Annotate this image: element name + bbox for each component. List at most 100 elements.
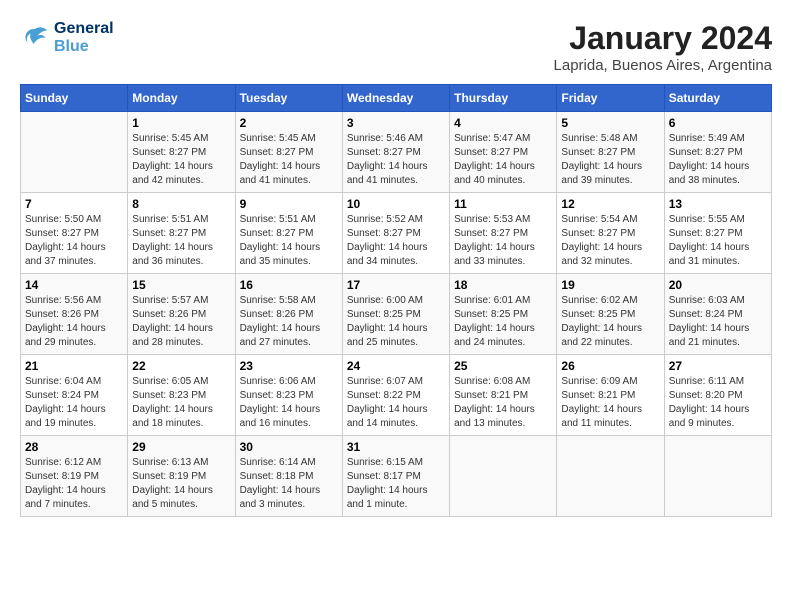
calendar-week-row: 21 Sunrise: 6:04 AMSunset: 8:24 PMDayligh…	[21, 355, 772, 436]
day-info: Sunrise: 5:54 AMSunset: 8:27 PMDaylight:…	[561, 213, 659, 269]
day-number: 10	[347, 197, 445, 211]
logo-icon	[20, 23, 50, 53]
calendar-week-row: 7 Sunrise: 5:50 AMSunset: 8:27 PMDaylight…	[21, 193, 772, 274]
calendar-header-row: SundayMondayTuesdayWednesdayThursdayFrid…	[21, 85, 772, 112]
calendar-cell: 29 Sunrise: 6:13 AMSunset: 8:19 PMDayligh…	[128, 436, 235, 517]
day-info: Sunrise: 5:46 AMSunset: 8:27 PMDaylight:…	[347, 132, 445, 188]
day-number: 21	[25, 359, 123, 373]
day-number: 4	[454, 116, 552, 130]
day-number: 11	[454, 197, 552, 211]
day-info: Sunrise: 6:12 AMSunset: 8:19 PMDaylight:…	[25, 456, 123, 512]
calendar-cell: 26 Sunrise: 6:09 AMSunset: 8:21 PMDayligh…	[557, 355, 664, 436]
calendar-cell: 2 Sunrise: 5:45 AMSunset: 8:27 PMDaylight…	[235, 112, 342, 193]
day-number: 27	[669, 359, 767, 373]
page-subtitle: Laprida, Buenos Aires, Argentina	[554, 57, 772, 74]
day-number: 28	[25, 440, 123, 454]
weekday-header: Thursday	[450, 85, 557, 112]
day-info: Sunrise: 6:05 AMSunset: 8:23 PMDaylight:…	[132, 375, 230, 431]
title-area: January 2024 Laprida, Buenos Aires, Arge…	[554, 20, 772, 74]
day-info: Sunrise: 6:09 AMSunset: 8:21 PMDaylight:…	[561, 375, 659, 431]
day-number: 29	[132, 440, 230, 454]
calendar-cell: 3 Sunrise: 5:46 AMSunset: 8:27 PMDaylight…	[342, 112, 449, 193]
day-info: Sunrise: 5:55 AMSunset: 8:27 PMDaylight:…	[669, 213, 767, 269]
day-number: 22	[132, 359, 230, 373]
day-info: Sunrise: 5:51 AMSunset: 8:27 PMDaylight:…	[240, 213, 338, 269]
weekday-header: Sunday	[21, 85, 128, 112]
day-info: Sunrise: 6:04 AMSunset: 8:24 PMDaylight:…	[25, 375, 123, 431]
calendar-cell	[450, 436, 557, 517]
calendar-cell: 5Sunrise: 5:48 AMSunset: 8:27 PMDaylight…	[557, 112, 664, 193]
day-number: 1	[132, 116, 230, 130]
day-number: 8	[132, 197, 230, 211]
day-number: 23	[240, 359, 338, 373]
day-number: 31	[347, 440, 445, 454]
day-info: Sunrise: 6:06 AMSunset: 8:23 PMDaylight:…	[240, 375, 338, 431]
day-info: Sunrise: 6:07 AMSunset: 8:22 PMDaylight:…	[347, 375, 445, 431]
calendar-week-row: 28 Sunrise: 6:12 AMSunset: 8:19 PMDayligh…	[21, 436, 772, 517]
weekday-header: Monday	[128, 85, 235, 112]
logo-text: General Blue	[54, 20, 114, 56]
day-info: Sunrise: 6:13 AMSunset: 8:19 PMDaylight:…	[132, 456, 230, 512]
calendar-week-row: 14Sunrise: 5:56 AMSunset: 8:26 PMDayligh…	[21, 274, 772, 355]
calendar-cell: 28 Sunrise: 6:12 AMSunset: 8:19 PMDayligh…	[21, 436, 128, 517]
day-number: 13	[669, 197, 767, 211]
calendar-cell: 17Sunrise: 6:00 AMSunset: 8:25 PMDayligh…	[342, 274, 449, 355]
day-number: 18	[454, 278, 552, 292]
calendar-cell: 15 Sunrise: 5:57 AMSunset: 8:26 PMDayligh…	[128, 274, 235, 355]
calendar-cell: 30 Sunrise: 6:14 AMSunset: 8:18 PMDayligh…	[235, 436, 342, 517]
calendar-cell: 31 Sunrise: 6:15 AMSunset: 8:17 PMDayligh…	[342, 436, 449, 517]
day-info: Sunrise: 5:57 AMSunset: 8:26 PMDaylight:…	[132, 294, 230, 350]
calendar-cell: 8 Sunrise: 5:51 AMSunset: 8:27 PMDaylight…	[128, 193, 235, 274]
calendar-cell: 18 Sunrise: 6:01 AMSunset: 8:25 PMDayligh…	[450, 274, 557, 355]
calendar-cell: 12Sunrise: 5:54 AMSunset: 8:27 PMDayligh…	[557, 193, 664, 274]
day-info: Sunrise: 5:49 AMSunset: 8:27 PMDaylight:…	[669, 132, 767, 188]
day-info: Sunrise: 6:08 AMSunset: 8:21 PMDaylight:…	[454, 375, 552, 431]
day-info: Sunrise: 6:11 AMSunset: 8:20 PMDaylight:…	[669, 375, 767, 431]
calendar-cell	[664, 436, 771, 517]
calendar-cell	[21, 112, 128, 193]
day-number: 7	[25, 197, 123, 211]
weekday-header: Tuesday	[235, 85, 342, 112]
day-info: Sunrise: 6:00 AMSunset: 8:25 PMDaylight:…	[347, 294, 445, 350]
day-info: Sunrise: 6:15 AMSunset: 8:17 PMDaylight:…	[347, 456, 445, 512]
day-info: Sunrise: 6:01 AMSunset: 8:25 PMDaylight:…	[454, 294, 552, 350]
day-number: 25	[454, 359, 552, 373]
day-number: 2	[240, 116, 338, 130]
day-info: Sunrise: 6:02 AMSunset: 8:25 PMDaylight:…	[561, 294, 659, 350]
calendar-cell: 10Sunrise: 5:52 AMSunset: 8:27 PMDayligh…	[342, 193, 449, 274]
day-number: 6	[669, 116, 767, 130]
day-number: 26	[561, 359, 659, 373]
day-number: 19	[561, 278, 659, 292]
day-number: 14	[25, 278, 123, 292]
calendar-cell: 11Sunrise: 5:53 AMSunset: 8:27 PMDayligh…	[450, 193, 557, 274]
calendar-cell: 24 Sunrise: 6:07 AMSunset: 8:22 PMDayligh…	[342, 355, 449, 436]
day-info: Sunrise: 5:45 AMSunset: 8:27 PMDaylight:…	[240, 132, 338, 188]
calendar-cell: 13 Sunrise: 5:55 AMSunset: 8:27 PMDayligh…	[664, 193, 771, 274]
day-number: 5	[561, 116, 659, 130]
calendar-table: SundayMondayTuesdayWednesdayThursdayFrid…	[20, 84, 772, 517]
calendar-cell: 9 Sunrise: 5:51 AMSunset: 8:27 PMDaylight…	[235, 193, 342, 274]
day-number: 24	[347, 359, 445, 373]
calendar-cell: 22 Sunrise: 6:05 AMSunset: 8:23 PMDayligh…	[128, 355, 235, 436]
calendar-cell: 21 Sunrise: 6:04 AMSunset: 8:24 PMDayligh…	[21, 355, 128, 436]
calendar-cell: 19 Sunrise: 6:02 AMSunset: 8:25 PMDayligh…	[557, 274, 664, 355]
day-info: Sunrise: 6:14 AMSunset: 8:18 PMDaylight:…	[240, 456, 338, 512]
day-number: 3	[347, 116, 445, 130]
calendar-cell: 4Sunrise: 5:47 AMSunset: 8:27 PMDaylight…	[450, 112, 557, 193]
page-header: General Blue January 2024 Laprida, Bueno…	[20, 20, 772, 74]
logo: General Blue	[20, 20, 114, 56]
calendar-cell: 25 Sunrise: 6:08 AMSunset: 8:21 PMDayligh…	[450, 355, 557, 436]
day-info: Sunrise: 5:45 AMSunset: 8:27 PMDaylight:…	[132, 132, 230, 188]
day-info: Sunrise: 5:50 AMSunset: 8:27 PMDaylight:…	[25, 213, 123, 269]
day-info: Sunrise: 5:58 AMSunset: 8:26 PMDaylight:…	[240, 294, 338, 350]
weekday-header: Saturday	[664, 85, 771, 112]
day-number: 9	[240, 197, 338, 211]
day-info: Sunrise: 5:51 AMSunset: 8:27 PMDaylight:…	[132, 213, 230, 269]
calendar-cell: 23 Sunrise: 6:06 AMSunset: 8:23 PMDayligh…	[235, 355, 342, 436]
day-number: 15	[132, 278, 230, 292]
day-number: 20	[669, 278, 767, 292]
calendar-cell: 1 Sunrise: 5:45 AMSunset: 8:27 PMDaylight…	[128, 112, 235, 193]
day-info: Sunrise: 6:03 AMSunset: 8:24 PMDaylight:…	[669, 294, 767, 350]
calendar-cell: 6 Sunrise: 5:49 AMSunset: 8:27 PMDaylight…	[664, 112, 771, 193]
day-number: 30	[240, 440, 338, 454]
